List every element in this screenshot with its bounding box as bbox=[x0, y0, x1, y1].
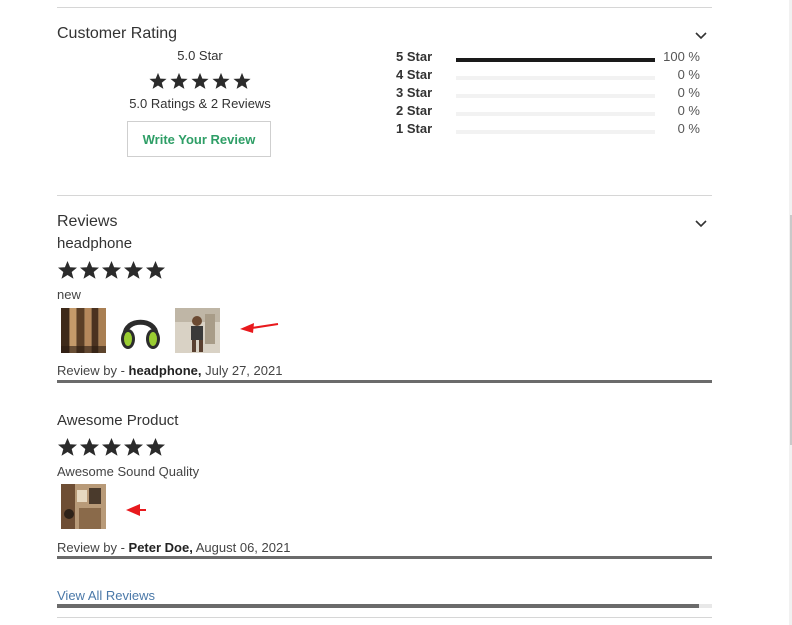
review-image-curtain[interactable] bbox=[61, 308, 106, 353]
review-date: August 06, 2021 bbox=[195, 540, 291, 555]
distribution-label: 5 Star bbox=[396, 49, 433, 64]
star-icon bbox=[145, 260, 166, 280]
star-icon bbox=[101, 260, 122, 280]
red-arrow-annotation bbox=[240, 323, 279, 333]
bottom-divider bbox=[57, 617, 712, 618]
review-author: headphone, bbox=[128, 363, 202, 378]
distribution-bar bbox=[456, 94, 655, 98]
star-icon bbox=[145, 437, 166, 457]
review-image-headphone[interactable] bbox=[118, 308, 163, 353]
write-review-button[interactable]: Write Your Review bbox=[127, 121, 271, 157]
star-icon bbox=[212, 72, 230, 90]
distribution-label: 4 Star bbox=[396, 67, 433, 82]
distribution-bar bbox=[456, 76, 655, 80]
byline-prefix: Review by - bbox=[57, 363, 129, 378]
view-all-reviews-link[interactable]: View All Reviews bbox=[57, 588, 155, 603]
byline-prefix: Review by - bbox=[57, 540, 129, 555]
distribution-row: 2 Star 0 % bbox=[396, 103, 706, 121]
star-icon bbox=[123, 260, 144, 280]
distribution-row: 5 Star 100 % bbox=[396, 49, 706, 67]
review-separator bbox=[57, 380, 712, 383]
ratings-count: 5.0 Ratings & 2 Reviews bbox=[129, 96, 271, 111]
horizontal-scrollbar[interactable] bbox=[57, 604, 712, 608]
review-separator bbox=[57, 556, 712, 559]
distribution-label: 2 Star bbox=[396, 103, 433, 118]
distribution-row: 1 Star 0 % bbox=[396, 121, 706, 139]
review-stars bbox=[57, 437, 166, 457]
distribution-percent: 0 % bbox=[677, 103, 700, 118]
review-image-room[interactable] bbox=[61, 484, 106, 529]
star-icon bbox=[101, 437, 122, 457]
average-rating-label: 5.0 Star bbox=[177, 48, 223, 63]
review-image-person[interactable] bbox=[175, 308, 220, 353]
horizontal-scrollbar-thumb[interactable] bbox=[57, 604, 699, 608]
star-icon bbox=[170, 72, 188, 90]
customer-rating-title: Customer Rating bbox=[57, 25, 178, 42]
star-icon bbox=[57, 437, 78, 457]
distribution-bar bbox=[456, 58, 655, 62]
review-text: new bbox=[57, 287, 81, 302]
distribution-bar bbox=[456, 130, 655, 134]
distribution-row: 4 Star 0 % bbox=[396, 67, 706, 85]
distribution-percent: 100 % bbox=[663, 49, 700, 64]
distribution-percent: 0 % bbox=[677, 85, 700, 100]
review-title: Awesome Product bbox=[57, 412, 179, 429]
review-title: headphone bbox=[57, 235, 133, 252]
distribution-percent: 0 % bbox=[677, 67, 700, 82]
distribution-label: 3 Star bbox=[396, 85, 433, 100]
top-divider bbox=[57, 7, 712, 8]
distribution-bar-fill bbox=[456, 58, 655, 62]
red-arrow-annotation bbox=[126, 504, 146, 516]
review-author: Peter Doe, bbox=[128, 540, 193, 555]
review-date: July 27, 2021 bbox=[205, 363, 283, 378]
star-icon bbox=[233, 72, 251, 90]
review-byline: Review by - Peter Doe, August 06, 2021 bbox=[57, 540, 290, 555]
distribution-percent: 0 % bbox=[677, 121, 700, 136]
star-icon bbox=[57, 260, 78, 280]
star-icon bbox=[123, 437, 144, 457]
reviews-title: Reviews bbox=[57, 213, 118, 230]
chevron-down-icon[interactable] bbox=[693, 216, 709, 232]
review-byline: Review by - headphone, July 27, 2021 bbox=[57, 363, 282, 378]
review-stars bbox=[57, 260, 166, 280]
rating-summary: 5.0 Star 5.0 Ratings & 2 Reviews bbox=[117, 47, 283, 112]
star-icon bbox=[79, 260, 100, 280]
distribution-label: 1 Star bbox=[396, 121, 433, 136]
distribution-row: 3 Star 0 % bbox=[396, 85, 706, 103]
chevron-down-icon[interactable] bbox=[693, 28, 709, 44]
star-icon bbox=[191, 72, 209, 90]
star-icon bbox=[149, 72, 167, 90]
distribution-bar bbox=[456, 112, 655, 116]
section-divider bbox=[57, 195, 712, 196]
review-text: Awesome Sound Quality bbox=[57, 464, 200, 479]
star-icon bbox=[79, 437, 100, 457]
summary-stars bbox=[117, 72, 283, 90]
rating-distribution: 5 Star 100 % 4 Star 0 % 3 Star 0 % 2 Sta… bbox=[396, 49, 706, 139]
